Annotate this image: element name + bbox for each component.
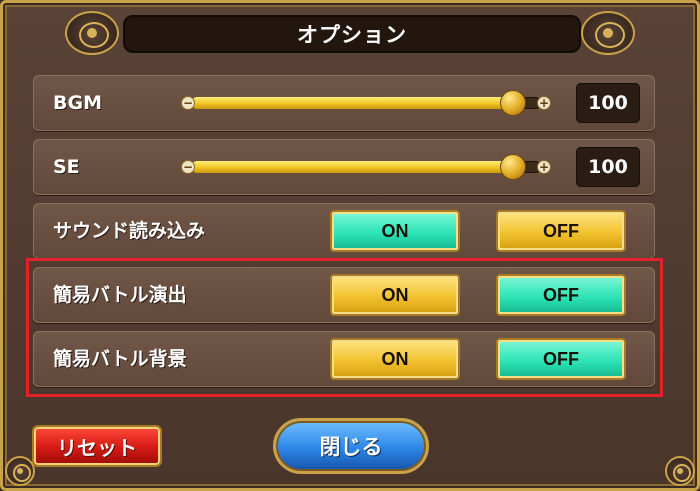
se-label: SE [53,156,80,178]
ornament-icon [665,456,695,486]
sound-load-off-button[interactable]: OFF [496,210,626,252]
slider-fill [191,97,513,109]
plus-icon[interactable]: + [537,160,551,174]
minus-icon[interactable]: − [181,160,195,174]
simple-battle-background-row: 簡易バトル背景 ON OFF [33,331,655,387]
slider-knob[interactable] [500,154,526,180]
slider-fill [191,161,513,173]
ornament-icon [581,11,635,55]
slider-knob[interactable] [500,90,526,116]
simple-battle-effect-label: 簡易バトル演出 [53,284,187,306]
close-button[interactable]: 閉じる [273,418,429,474]
bgm-slider[interactable]: − + [181,90,551,116]
sound-load-on-button[interactable]: ON [330,210,460,252]
ornament-icon [65,11,119,55]
se-value: 100 [576,147,640,187]
se-row: SE − + 100 [33,139,655,195]
minus-icon[interactable]: − [181,96,195,110]
slider-track[interactable] [191,161,541,173]
simple-battle-background-off-button[interactable]: OFF [496,338,626,380]
simple-battle-background-on-button[interactable]: ON [330,338,460,380]
sound-load-row: サウンド読み込み ON OFF [33,203,655,259]
title-bar: オプション [123,15,581,53]
simple-battle-background-label: 簡易バトル背景 [53,348,187,370]
bgm-row: BGM − + 100 [33,75,655,131]
sound-load-label: サウンド読み込み [53,220,206,242]
slider-track[interactable] [191,97,541,109]
ornament-icon [5,456,35,486]
options-dialog: オプション BGM − + 100 SE − + 100 サウンド読み込み ON [0,0,700,491]
reset-button[interactable]: リセット [32,425,162,467]
plus-icon[interactable]: + [537,96,551,110]
bgm-label: BGM [53,92,102,114]
simple-battle-effect-on-button[interactable]: ON [330,274,460,316]
dialog-title: オプション [297,23,407,47]
se-slider[interactable]: − + [181,154,551,180]
bgm-value: 100 [576,83,640,123]
simple-battle-effect-off-button[interactable]: OFF [496,274,626,316]
simple-battle-effect-row: 簡易バトル演出 ON OFF [33,267,655,323]
